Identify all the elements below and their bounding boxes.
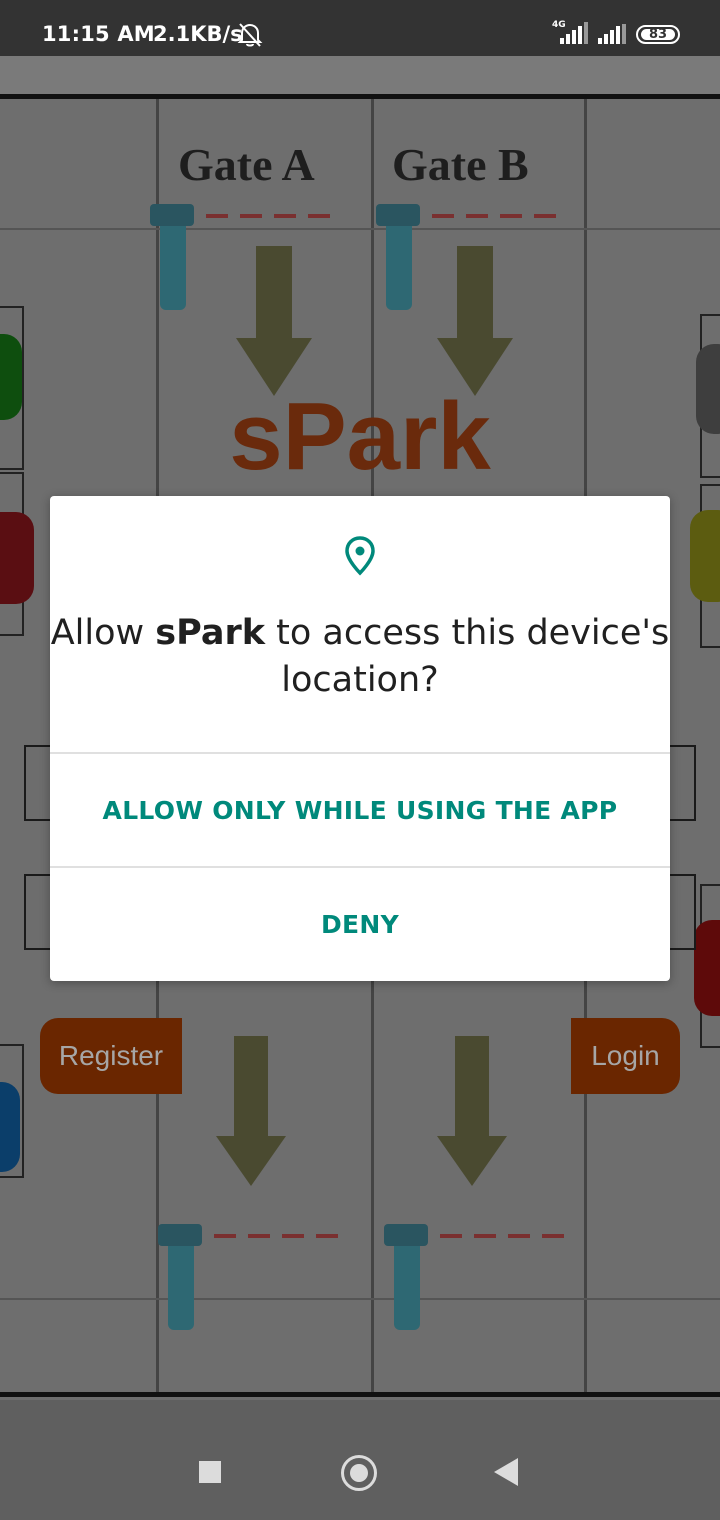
dialog-divider [50,752,670,754]
lot-bottom-border [0,1392,720,1397]
location-pin-icon [345,536,375,576]
network-speed: 2.1KB/s [153,22,243,46]
arrow-down-icon [236,246,312,396]
app-title: sPark [229,383,491,490]
battery-icon: 83 [636,25,680,44]
arrow-down-icon [437,246,513,396]
parked-car-icon [0,512,34,604]
notifications-muted-icon [236,22,264,53]
barrier-arm [432,214,562,218]
status-bar: 11:15 AM 2.1KB/s 4G 83 [0,0,720,56]
parked-car-icon [696,344,720,434]
register-button[interactable]: Register [40,1018,182,1094]
gate-a-label: Gate A [178,139,315,190]
barrier-arm [440,1234,572,1238]
gate-barrier-icon [376,204,420,310]
lot-line [0,228,720,230]
parked-car-icon [0,1082,20,1172]
permission-question: Allow sPark to access this device's loca… [50,610,670,704]
location-permission-dialog: Allow sPark to access this device's loca… [50,496,670,981]
question-prefix: Allow [50,613,156,653]
barrier-arm [206,214,336,218]
lot-line [0,1298,720,1300]
arrow-down-icon [216,1036,286,1186]
dialog-divider [50,866,670,868]
deny-button[interactable]: DENY [50,910,670,939]
lot-top-border [0,94,720,99]
home-icon[interactable] [341,1455,377,1491]
signal-strength-icon [550,22,590,51]
battery-level: 83 [641,28,675,41]
gate-barrier-icon [150,204,194,310]
back-icon[interactable] [494,1458,520,1486]
app-toolbar [0,56,720,94]
gate-b-label: Gate B [392,139,529,190]
app-name: sPark [155,613,265,653]
login-button[interactable]: Login [571,1018,680,1094]
parked-car-icon [0,334,22,420]
signal-strength-icon-2 [596,24,628,51]
home-icon-dot [350,1464,368,1482]
barrier-arm [214,1234,346,1238]
parked-car-icon [694,920,720,1016]
allow-while-using-button[interactable]: ALLOW ONLY WHILE USING THE APP [50,796,670,825]
arrow-down-icon [437,1036,507,1186]
gate-barrier-icon [158,1224,202,1330]
recent-apps-icon[interactable] [199,1461,221,1483]
question-suffix: to access this device's location? [265,613,670,700]
parked-car-icon [690,510,720,602]
gate-barrier-icon [384,1224,428,1330]
status-time: 11:15 AM [42,22,155,46]
navigation-bar [0,1400,720,1520]
